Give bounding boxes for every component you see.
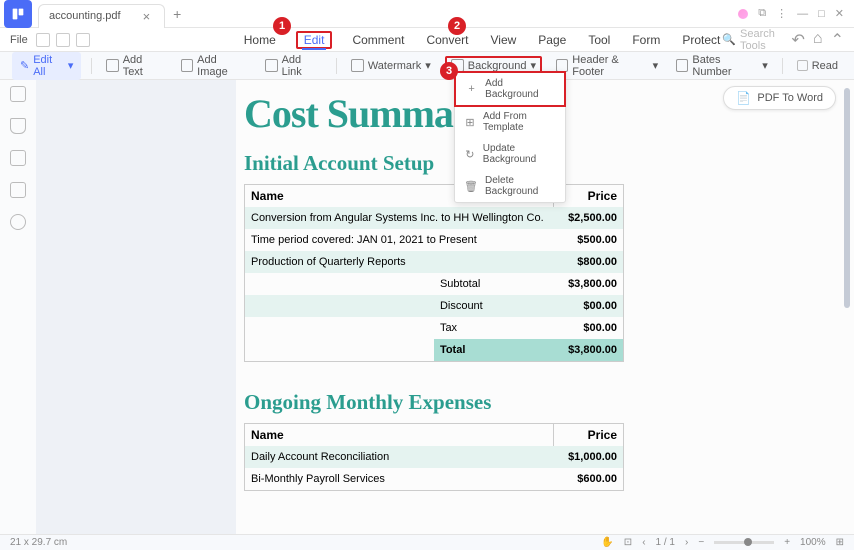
trash-icon: 🗑 [465, 180, 477, 192]
tab-page[interactable]: Page [536, 31, 568, 49]
dd-delete-background[interactable]: 🗑Delete Background [455, 170, 565, 202]
pdf-to-word-button[interactable]: 📄PDF To Word [723, 86, 836, 110]
discount-row: Discount$00.00 [245, 295, 623, 317]
menu-icon[interactable]: ⋮ [776, 7, 787, 20]
tab-protect[interactable]: Protect [680, 31, 722, 49]
dd-update-background[interactable]: ↻Update Background [455, 138, 565, 170]
table-row: Bi-Monthly Payroll Services$600.00 [245, 468, 623, 490]
file-menu[interactable]: File [10, 34, 28, 46]
chevron-down-icon: ▾ [68, 59, 74, 72]
layers-icon[interactable] [10, 150, 26, 166]
edit-all-button[interactable]: ✎Edit All▾ [12, 52, 81, 80]
section2-heading: Ongoing Monthly Expenses [244, 390, 854, 415]
col-price: Price [553, 424, 623, 446]
tab-comment[interactable]: Comment [350, 31, 406, 49]
undo-icon[interactable]: ↶ [792, 30, 805, 50]
tab-home[interactable]: Home [242, 31, 278, 49]
table-row: Daily Account Reconciliation$1,000.00 [245, 446, 623, 468]
fit-page-icon[interactable]: ⊞ [836, 537, 844, 548]
collapse-icon[interactable]: ⌃ [831, 30, 844, 50]
tab-form[interactable]: Form [630, 31, 662, 49]
next-page-icon[interactable]: › [685, 537, 688, 548]
tab-convert[interactable]: Convert [424, 31, 470, 49]
dd-add-background[interactable]: +Add Background [454, 71, 566, 107]
chevron-down-icon: ▾ [653, 59, 659, 72]
page-dimensions: 21 x 29.7 cm [10, 537, 67, 548]
bates-icon [676, 59, 688, 72]
page-gutter [36, 80, 236, 534]
pencil-icon: ✎ [20, 59, 29, 72]
read-toggle[interactable]: Read [793, 58, 842, 74]
zoom-in-icon[interactable]: + [784, 537, 790, 548]
save-icon[interactable] [56, 33, 70, 47]
minimize-icon[interactable]: — [797, 8, 808, 20]
text-icon [106, 59, 118, 72]
vertical-scrollbar[interactable] [844, 88, 850, 308]
open-icon[interactable] [36, 33, 50, 47]
watermark-icon [351, 59, 364, 72]
tab-edit[interactable]: Edit [296, 31, 333, 49]
table-row: Production of Quarterly Reports$800.00 [245, 251, 623, 273]
thumbnails-icon[interactable] [10, 86, 26, 102]
subtotal-row: Subtotal$3,800.00 [245, 273, 623, 295]
image-icon [181, 59, 193, 72]
zoom-level[interactable]: 100% [800, 537, 826, 548]
callout-badge-2: 2 [448, 17, 466, 35]
search-tools[interactable]: 🔍 Search Tools [722, 28, 777, 52]
callout-badge-1: 1 [273, 17, 291, 35]
zoom-slider[interactable] [714, 541, 774, 544]
tab-close-icon[interactable]: × [143, 9, 151, 24]
dd-add-from-template[interactable]: ⊞Add From Template [455, 106, 565, 138]
col-name: Name [245, 424, 553, 446]
app-logo [4, 0, 32, 28]
total-row: Total$3,800.00 [245, 339, 623, 361]
callout-badge-3: 3 [440, 62, 458, 80]
document-tab[interactable]: accounting.pdf × [38, 4, 165, 28]
bookmark-icon[interactable] [10, 118, 26, 134]
add-link-button[interactable]: Add Link [261, 52, 326, 80]
fit-icon[interactable]: ⊡ [624, 537, 632, 548]
account-avatar[interactable] [738, 9, 748, 19]
redo-icon[interactable]: ⌂ [813, 30, 823, 50]
link-icon [265, 59, 277, 72]
background-dropdown: +Add Background ⊞Add From Template ↻Upda… [454, 71, 566, 203]
section2-table: NamePrice Daily Account Reconciliation$1… [244, 423, 624, 491]
table-row: Time period covered: JAN 01, 2021 to Pre… [245, 229, 623, 251]
bates-number-button[interactable]: Bates Number▾ [672, 52, 772, 80]
search-panel-icon[interactable] [10, 214, 26, 230]
share-icon[interactable]: ⧉ [758, 7, 766, 20]
tax-row: Tax$00.00 [245, 317, 623, 339]
convert-icon: 📄 [736, 91, 751, 105]
search-icon: 🔍 [722, 33, 736, 46]
refresh-icon: ↻ [465, 148, 475, 160]
close-window-icon[interactable]: ✕ [835, 7, 844, 20]
plus-icon: + [466, 83, 477, 95]
section1-table: NamePrice Conversion from Angular System… [244, 184, 624, 362]
tab-tool[interactable]: Tool [586, 31, 612, 49]
add-text-button[interactable]: Add Text [102, 52, 166, 80]
attachment-icon[interactable] [10, 182, 26, 198]
print-icon[interactable] [76, 33, 90, 47]
prev-page-icon[interactable]: ‹ [642, 537, 645, 548]
page-indicator[interactable]: 1 / 1 [656, 537, 675, 548]
tab-title: accounting.pdf [49, 10, 121, 22]
maximize-icon[interactable]: □ [818, 8, 825, 20]
table-row: Conversion from Angular Systems Inc. to … [245, 207, 623, 229]
left-rail [0, 80, 36, 534]
template-icon: ⊞ [465, 116, 475, 128]
new-tab-button[interactable]: + [173, 6, 181, 22]
tab-view[interactable]: View [488, 31, 518, 49]
checkbox-icon [797, 60, 808, 71]
chevron-down-icon: ▾ [762, 59, 768, 72]
header-footer-button[interactable]: Header & Footer▾ [552, 52, 662, 80]
add-image-button[interactable]: Add Image [177, 52, 251, 80]
chevron-down-icon: ▾ [425, 59, 431, 72]
hand-tool-icon[interactable]: ✋ [601, 537, 613, 548]
watermark-button[interactable]: Watermark▾ [347, 57, 435, 74]
zoom-out-icon[interactable]: − [698, 537, 704, 548]
